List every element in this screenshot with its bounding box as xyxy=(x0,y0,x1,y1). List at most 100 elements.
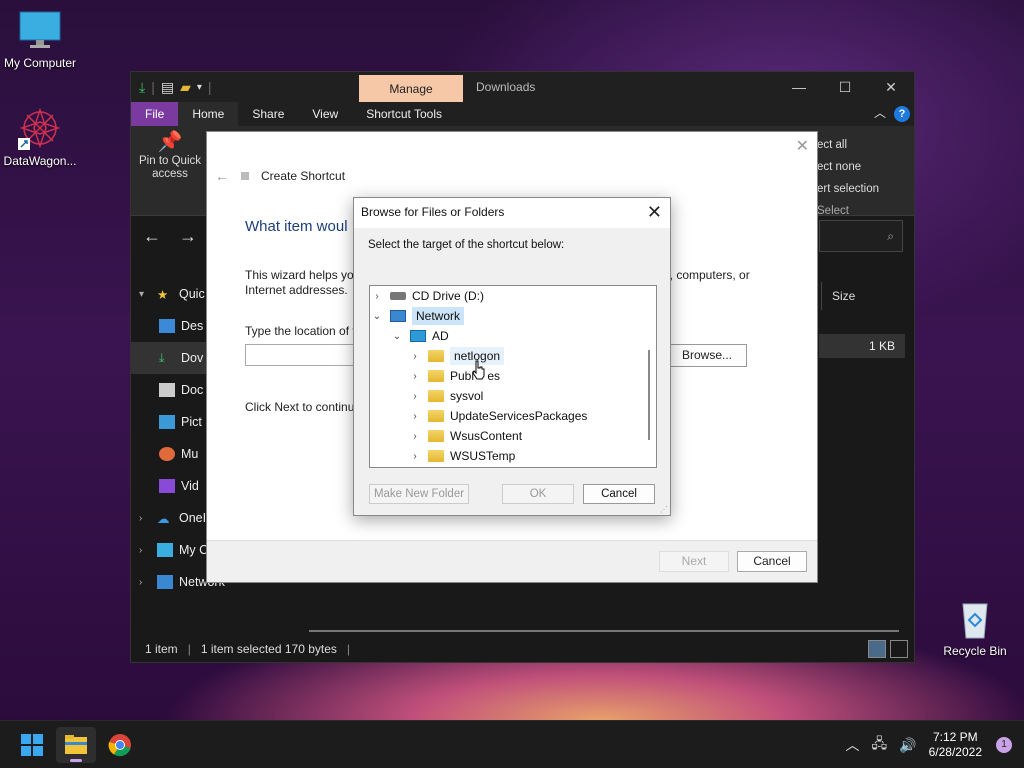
tab-view[interactable]: View xyxy=(298,102,352,126)
large-icons-view-button[interactable] xyxy=(890,640,908,658)
quick-access-toolbar: ⤓ | ▤ ▰ ▾ | xyxy=(139,78,212,96)
folder-icon xyxy=(428,350,444,362)
status-separator: | xyxy=(346,642,351,656)
chevron-right-icon[interactable]: › xyxy=(408,451,422,462)
tree-node-ad[interactable]: ⌄ AD xyxy=(390,326,449,346)
details-view-button[interactable] xyxy=(868,640,886,658)
clock-date: 6/28/2022 xyxy=(928,745,982,759)
column-header-size[interactable]: Size xyxy=(821,282,905,310)
chevron-right-icon[interactable]: › xyxy=(408,411,422,422)
video-icon xyxy=(159,479,175,493)
select-all-button[interactable]: ect all xyxy=(817,134,879,156)
ok-button[interactable]: OK xyxy=(502,484,574,504)
taskbar-file-explorer[interactable] xyxy=(56,727,96,763)
cancel-button[interactable]: Cancel xyxy=(583,484,655,504)
properties-icon[interactable]: ▤ xyxy=(161,79,174,96)
document-icon xyxy=(159,383,175,397)
chevron-right-icon[interactable]: › xyxy=(408,371,422,382)
desktop-icon-recycle-bin[interactable]: Recycle Bin xyxy=(935,596,1015,658)
pin-icon: 📌 xyxy=(157,131,183,153)
window-title: Downloads xyxy=(476,80,536,94)
chrome-icon xyxy=(108,734,131,757)
tab-home[interactable]: Home xyxy=(178,102,239,126)
browse-dialog: Browse for Files or Folders ✕ Select the… xyxy=(353,197,671,516)
back-arrow-icon[interactable]: ← xyxy=(143,226,167,247)
wizard-title: Create Shortcut xyxy=(261,169,346,183)
browse-dialog-title: Browse for Files or Folders xyxy=(361,205,505,219)
close-icon[interactable]: ✕ xyxy=(647,198,662,226)
monitor-icon xyxy=(157,543,173,557)
drive-icon xyxy=(390,292,406,300)
tree-node-updateservicespackages[interactable]: › UpdateServicesPackages xyxy=(408,406,587,426)
chevron-up-icon[interactable]: ︿ xyxy=(846,735,860,755)
desktop-icon-my-computer[interactable]: My Computer xyxy=(0,8,80,70)
system-tray: ︿ 🖧 🔊 7:12 PM 6/28/2022 1 xyxy=(840,721,1024,768)
taskbar-chrome[interactable] xyxy=(100,727,140,763)
network-status-icon[interactable]: 🖧 xyxy=(872,733,888,757)
notification-badge[interactable]: 1 xyxy=(996,737,1012,753)
chevron-down-icon[interactable]: ⌄ xyxy=(370,311,384,322)
tab-share[interactable]: Share xyxy=(238,102,298,126)
download-icon[interactable]: ⤓ xyxy=(139,79,145,96)
tab-shortcut-tools[interactable]: Shortcut Tools xyxy=(352,102,456,126)
desktop-icon-datawagon[interactable]: DataWagon... xyxy=(0,106,80,168)
chevron-right-icon[interactable]: › xyxy=(408,391,422,402)
folder-icon xyxy=(428,410,444,422)
tree-node-public[interactable]: › Publ es xyxy=(408,366,500,386)
resize-grip-icon[interactable]: ⋰ xyxy=(660,505,668,514)
view-buttons xyxy=(868,640,908,658)
tree-node-sysvol[interactable]: › sysvol xyxy=(408,386,483,406)
file-row-size[interactable]: 1 KB xyxy=(819,334,905,358)
collapse-ribbon-icon[interactable]: ︿ xyxy=(874,104,886,121)
maximize-button[interactable]: ☐ xyxy=(822,72,868,102)
folder-icon xyxy=(428,450,444,462)
tree-node-wsuscontent[interactable]: › WsusContent xyxy=(408,426,522,446)
computer-icon xyxy=(410,330,426,342)
pin-to-quick-access-button[interactable]: 📌 Pin to Quick access xyxy=(137,131,203,181)
picture-icon xyxy=(159,415,175,429)
make-new-folder-button[interactable]: Make New Folder xyxy=(369,484,469,504)
tree-node-network[interactable]: ⌄ Network xyxy=(370,306,465,326)
invert-selection-button[interactable]: ert selection xyxy=(817,178,879,200)
active-indicator xyxy=(70,759,82,762)
tab-file[interactable]: File xyxy=(131,102,179,126)
forward-arrow-icon[interactable]: → xyxy=(179,226,203,247)
select-none-button[interactable]: ect none xyxy=(817,156,879,178)
clock[interactable]: 7:12 PM 6/28/2022 xyxy=(929,730,982,760)
chevron-down-icon: ▾ xyxy=(139,288,145,300)
help-icon[interactable]: ? xyxy=(894,106,910,122)
wizard-question: What item woul xyxy=(245,218,348,235)
browse-dialog-titlebar: Browse for Files or Folders ✕ xyxy=(354,198,670,228)
minimize-button[interactable]: — xyxy=(776,72,822,102)
location-label: Type the location of t xyxy=(245,324,356,338)
tree-node-cd-drive[interactable]: › CD Drive (D:) xyxy=(370,286,484,306)
chevron-down-icon[interactable]: ▾ xyxy=(197,82,202,93)
close-icon[interactable]: ✕ xyxy=(796,136,809,156)
status-bar: 1 item | 1 item selected 170 bytes | xyxy=(131,636,914,662)
back-arrow-icon[interactable]: ← xyxy=(215,168,229,184)
volume-icon[interactable]: 🔊 xyxy=(899,737,916,754)
start-button[interactable] xyxy=(12,727,52,763)
next-hint: Click Next to continu xyxy=(245,400,355,414)
chevron-right-icon[interactable]: › xyxy=(408,351,422,362)
desktop-icon-label: My Computer xyxy=(3,56,77,70)
folder-icon[interactable]: ▰ xyxy=(180,79,191,96)
chevron-right-icon: › xyxy=(139,576,143,588)
cancel-button[interactable]: Cancel xyxy=(737,551,807,572)
folder-tree[interactable]: › CD Drive (D:) ⌄ Network ⌄ AD › netlogo… xyxy=(369,285,657,468)
tree-node-netlogon[interactable]: › netlogon xyxy=(408,346,505,366)
horizontal-scrollbar[interactable] xyxy=(309,630,899,632)
tree-node-wsustemp[interactable]: › WSUSTemp xyxy=(408,446,515,466)
window-controls: — ☐ ✕ xyxy=(776,72,914,102)
close-button[interactable]: ✕ xyxy=(868,72,914,102)
location-input[interactable] xyxy=(245,344,355,366)
item-count: 1 item xyxy=(145,642,178,656)
chevron-down-icon[interactable]: ⌄ xyxy=(390,331,404,342)
tab-manage[interactable]: Manage xyxy=(359,75,463,103)
next-button[interactable]: Next xyxy=(659,551,729,572)
tree-scrollbar[interactable] xyxy=(648,350,650,440)
chevron-right-icon[interactable]: › xyxy=(370,291,384,302)
search-input[interactable]: ⌕ xyxy=(819,220,903,252)
browse-button[interactable]: Browse... xyxy=(667,344,747,367)
chevron-right-icon[interactable]: › xyxy=(408,431,422,442)
